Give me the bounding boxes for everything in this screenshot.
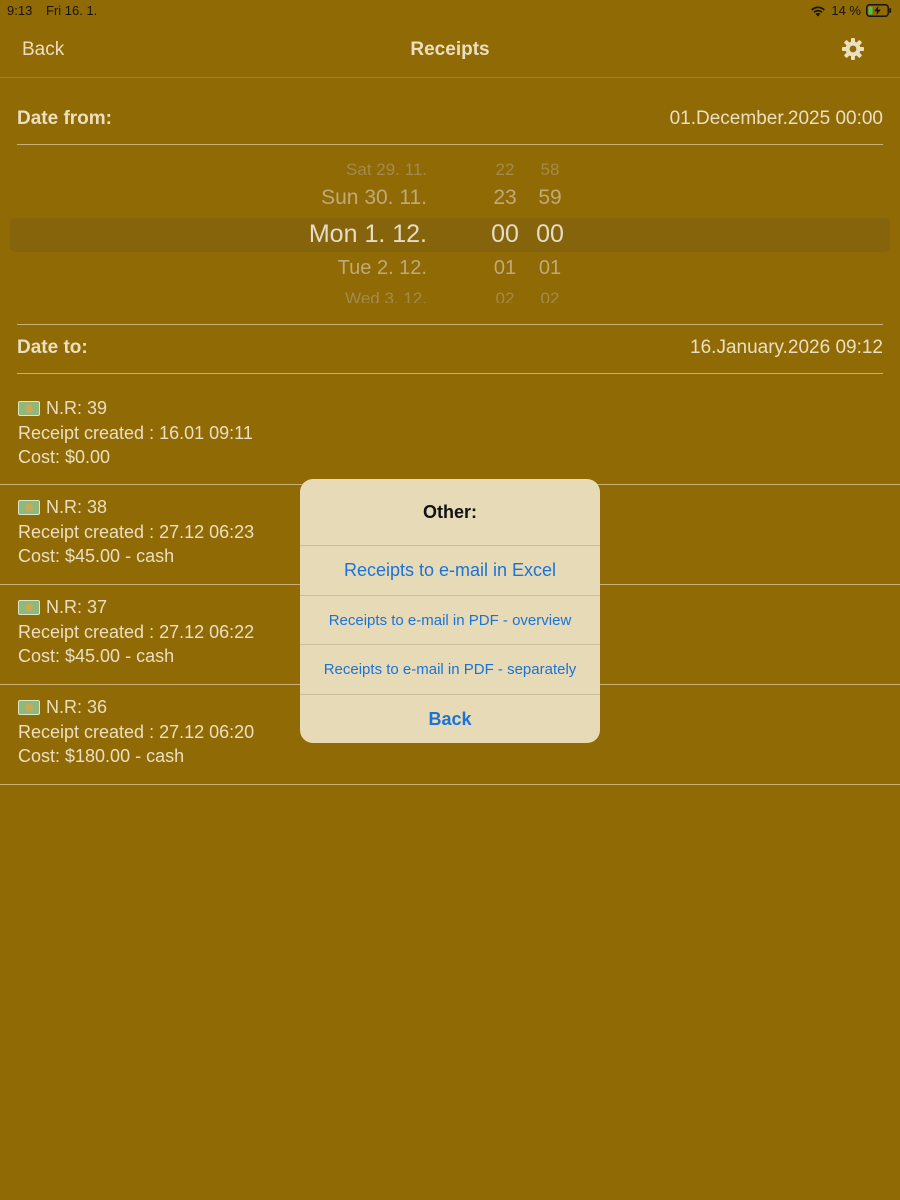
receipt-number-text: N.R: 36 bbox=[46, 697, 108, 717]
picker-hour: 23 bbox=[493, 186, 517, 209]
picker-day: Sun 30. 11. bbox=[321, 186, 427, 209]
picker-day: Wed 3. 12. bbox=[345, 289, 427, 303]
picker-row-selected[interactable]: Mon 1. 12. 00 00 bbox=[17, 218, 883, 248]
picker-hour: 02 bbox=[495, 289, 515, 303]
receipt-cost: Cost: $180.00 - cash bbox=[18, 746, 185, 766]
receipt-cost: Cost: $45.00 - cash bbox=[18, 546, 175, 566]
popup-back-label: Back bbox=[428, 709, 472, 729]
picker-hour: 00 bbox=[491, 220, 519, 248]
picker-day: Mon 1. 12. bbox=[308, 220, 427, 248]
receipt-cost: Cost: $45.00 - cash bbox=[18, 646, 175, 666]
picker-minute: 58 bbox=[540, 160, 560, 178]
money-icon bbox=[18, 401, 40, 416]
date-from-row[interactable]: Date from: 01.December.2025 00:00 bbox=[17, 96, 883, 145]
money-icon bbox=[18, 600, 40, 615]
date-to-row[interactable]: Date to: 16.January.2026 09:12 bbox=[17, 325, 883, 374]
receipt-number-text: N.R: 37 bbox=[46, 597, 108, 617]
email-pdf-separately-label: Receipts to e-mail in PDF - separately bbox=[323, 661, 577, 678]
picker-minute: 02 bbox=[540, 289, 560, 303]
page-title: Receipts bbox=[410, 39, 490, 60]
date-to-label: Date to: bbox=[17, 337, 88, 358]
picker-hour: 22 bbox=[495, 160, 515, 178]
receipt-number: N.R: 39 bbox=[18, 398, 107, 419]
email-excel-button[interactable]: Receipts to e-mail in Excel bbox=[300, 545, 600, 595]
picker-minute: 01 bbox=[538, 257, 562, 279]
picker-row[interactable]: Wed 3. 12. 02 02 bbox=[17, 289, 883, 303]
email-excel-label: Receipts to e-mail in Excel bbox=[343, 560, 557, 580]
picker-minute: 59 bbox=[538, 186, 562, 209]
receipt-number-text: N.R: 38 bbox=[46, 497, 108, 517]
picker-row[interactable]: Sat 29. 11. 22 58 bbox=[17, 158, 883, 178]
picker-row[interactable]: Sun 30. 11. 23 59 bbox=[17, 186, 883, 216]
receipts-screen: 9:13 Fri 16. 1. 14 % Back Receipts Date … bbox=[0, 0, 900, 1200]
picker-hour: 01 bbox=[493, 257, 517, 279]
battery-charging-icon bbox=[866, 4, 892, 17]
navigation-bar: Back Receipts bbox=[0, 24, 900, 78]
receipt-number: N.R: 36 bbox=[18, 697, 107, 718]
date-from-value: 01.December.2025 00:00 bbox=[669, 108, 883, 129]
popup-back-button[interactable]: Back bbox=[300, 694, 600, 743]
receipt-created: Receipt created : 27.12 06:23 bbox=[18, 522, 255, 542]
picker-day: Sat 29. 11. bbox=[346, 160, 427, 178]
receipt-created: Receipt created : 16.01 09:11 bbox=[18, 423, 253, 443]
status-date: Fri 16. 1. bbox=[46, 3, 98, 18]
picker-minute: 00 bbox=[536, 220, 564, 248]
wifi-icon bbox=[810, 5, 826, 17]
money-icon bbox=[18, 500, 40, 515]
date-time-picker[interactable]: Sat 29. 11. 22 58 Sun 30. 11. 23 59 Mon … bbox=[10, 146, 890, 325]
receipt-cost: Cost: $0.00 bbox=[18, 447, 111, 467]
other-actions-popup: Other: Receipts to e-mail in Excel Recei… bbox=[300, 479, 600, 743]
popup-title: Other: bbox=[423, 502, 477, 522]
receipt-number: N.R: 38 bbox=[18, 497, 107, 518]
status-time: 9:13 bbox=[7, 3, 33, 18]
list-item[interactable]: N.R: 39 Receipt created : 16.01 09:11 Co… bbox=[0, 386, 900, 485]
picker-row[interactable]: Tue 2. 12. 01 01 bbox=[17, 257, 883, 287]
receipt-number-text: N.R: 39 bbox=[46, 398, 108, 418]
email-pdf-overview-label: Receipts to e-mail in PDF - overview bbox=[328, 612, 572, 629]
battery-percent: 14 % bbox=[831, 3, 861, 18]
receipt-created: Receipt created : 27.12 06:20 bbox=[18, 722, 255, 742]
status-indicators: 14 % bbox=[810, 3, 892, 18]
receipt-created: Receipt created : 27.12 06:22 bbox=[18, 622, 255, 642]
receipt-number: N.R: 37 bbox=[18, 597, 107, 618]
email-pdf-overview-button[interactable]: Receipts to e-mail in PDF - overview bbox=[300, 595, 600, 644]
date-from-label: Date from: bbox=[17, 108, 113, 129]
email-pdf-separately-button[interactable]: Receipts to e-mail in PDF - separately bbox=[300, 644, 600, 694]
date-to-value: 16.January.2026 09:12 bbox=[690, 337, 883, 358]
money-icon bbox=[18, 700, 40, 715]
status-bar: 9:13 Fri 16. 1. 14 % bbox=[0, 0, 900, 24]
picker-day: Tue 2. 12. bbox=[337, 257, 427, 279]
gear-icon[interactable] bbox=[841, 37, 865, 61]
